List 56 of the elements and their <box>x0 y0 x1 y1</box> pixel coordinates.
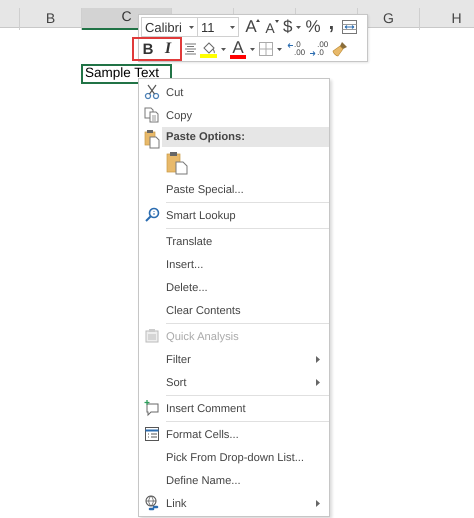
dropdown-caret-icon[interactable] <box>250 48 255 50</box>
increase-decimal-button[interactable]: .0 .00 <box>287 39 306 59</box>
menu-item[interactable]: Smart Lookup <box>139 204 329 227</box>
menu-section-header: Paste Options: <box>162 127 329 147</box>
menu-item[interactable]: Cut <box>139 81 329 104</box>
search-icon <box>144 207 161 224</box>
column-header[interactable]: H <box>420 8 474 30</box>
comma-style-button[interactable]: , <box>328 17 334 37</box>
menu-item[interactable]: Clear Contents <box>139 299 329 322</box>
copy-icon <box>144 107 161 124</box>
dropdown-caret-icon[interactable] <box>296 26 302 28</box>
align-center-icon <box>185 43 196 55</box>
dropdown-caret-icon[interactable] <box>277 48 282 50</box>
bold-button[interactable]: B <box>140 39 156 59</box>
scissors-icon <box>144 84 161 101</box>
menu-item[interactable]: Delete... <box>139 276 329 299</box>
italic-button[interactable]: I <box>160 39 176 59</box>
menu-item[interactable]: Copy <box>139 104 329 127</box>
font-color-button[interactable]: A <box>230 39 246 59</box>
borders-icon <box>259 42 273 56</box>
merge-cells-icon <box>342 20 358 34</box>
menu-item[interactable]: Sort <box>139 371 329 394</box>
comment-icon <box>144 400 161 417</box>
menu-item[interactable]: Paste Special... <box>139 178 329 201</box>
menu-item[interactable]: Link <box>139 492 329 515</box>
caret-icon <box>189 26 194 28</box>
format-cells-icon <box>144 426 161 443</box>
link-icon <box>144 495 161 512</box>
shrink-font-button[interactable]: A <box>263 17 277 37</box>
font-size-field[interactable]: 11 <box>197 17 239 37</box>
menu-item[interactable]: Insert... <box>139 253 329 276</box>
arrow-icon <box>310 50 316 56</box>
clipboard-icon <box>166 150 188 174</box>
menu-item[interactable]: Pick From Drop-down List... <box>139 446 329 469</box>
paste-icon <box>143 129 160 149</box>
caret-icon <box>230 26 235 28</box>
percent-button[interactable]: % <box>305 17 321 37</box>
menu-item[interactable]: Translate <box>139 230 329 253</box>
dropdown-caret-icon[interactable] <box>221 48 226 50</box>
menu-item[interactable]: Format Cells... <box>139 423 329 446</box>
font-name-field[interactable]: Calibri <box>141 17 198 37</box>
menu-item[interactable]: Filter <box>139 348 329 371</box>
format-painter-button[interactable] <box>332 39 348 59</box>
decrease-decimal-button[interactable]: .00 .0 <box>310 39 328 59</box>
currency-button[interactable]: $ <box>283 17 292 37</box>
grow-font-button[interactable]: A <box>244 17 258 37</box>
arrow-icon <box>287 42 293 48</box>
menu-item[interactable]: Define Name... <box>139 469 329 492</box>
quick-analysis-icon <box>144 328 161 345</box>
up-caret-icon <box>256 19 260 22</box>
menu-item[interactable]: Insert Comment <box>139 397 329 420</box>
down-caret-icon <box>275 20 279 23</box>
paint-bucket-icon <box>200 40 217 58</box>
paintbrush-icon <box>332 41 348 57</box>
paste-button[interactable] <box>166 150 188 174</box>
wrap-text-button[interactable] <box>342 17 358 37</box>
